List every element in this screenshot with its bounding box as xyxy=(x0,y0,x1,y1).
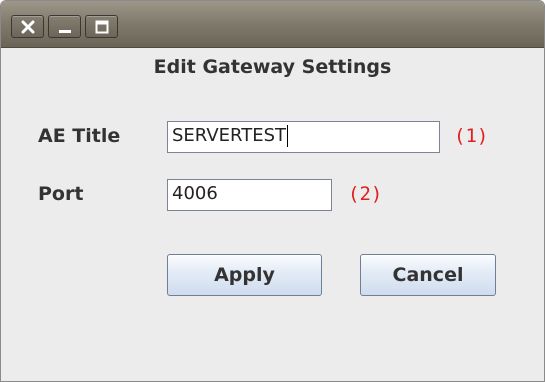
dialog-content xyxy=(1,48,544,381)
port-hint: (2) xyxy=(348,183,383,205)
title-bar[interactable] xyxy=(1,1,544,48)
close-button[interactable] xyxy=(11,15,44,38)
ae-title-input[interactable]: SERVERTEST xyxy=(167,121,440,153)
port-value: 4006 xyxy=(172,183,218,204)
text-caret xyxy=(287,125,288,147)
port-label: Port xyxy=(38,183,84,205)
ae-title-label: AE Title xyxy=(38,125,121,147)
ae-title-value: SERVERTEST xyxy=(172,125,286,146)
minimize-button[interactable] xyxy=(48,15,81,38)
cancel-button[interactable]: Cancel xyxy=(360,254,496,296)
maximize-button[interactable] xyxy=(85,15,118,38)
port-input[interactable]: 4006 xyxy=(167,179,332,211)
dialog-title: Edit Gateway Settings xyxy=(153,56,392,78)
apply-button[interactable]: Apply xyxy=(167,254,322,296)
ae-title-hint: (1) xyxy=(454,125,489,147)
dialog-window: Edit Gateway Settings AE Title SERVERTES… xyxy=(0,0,545,382)
